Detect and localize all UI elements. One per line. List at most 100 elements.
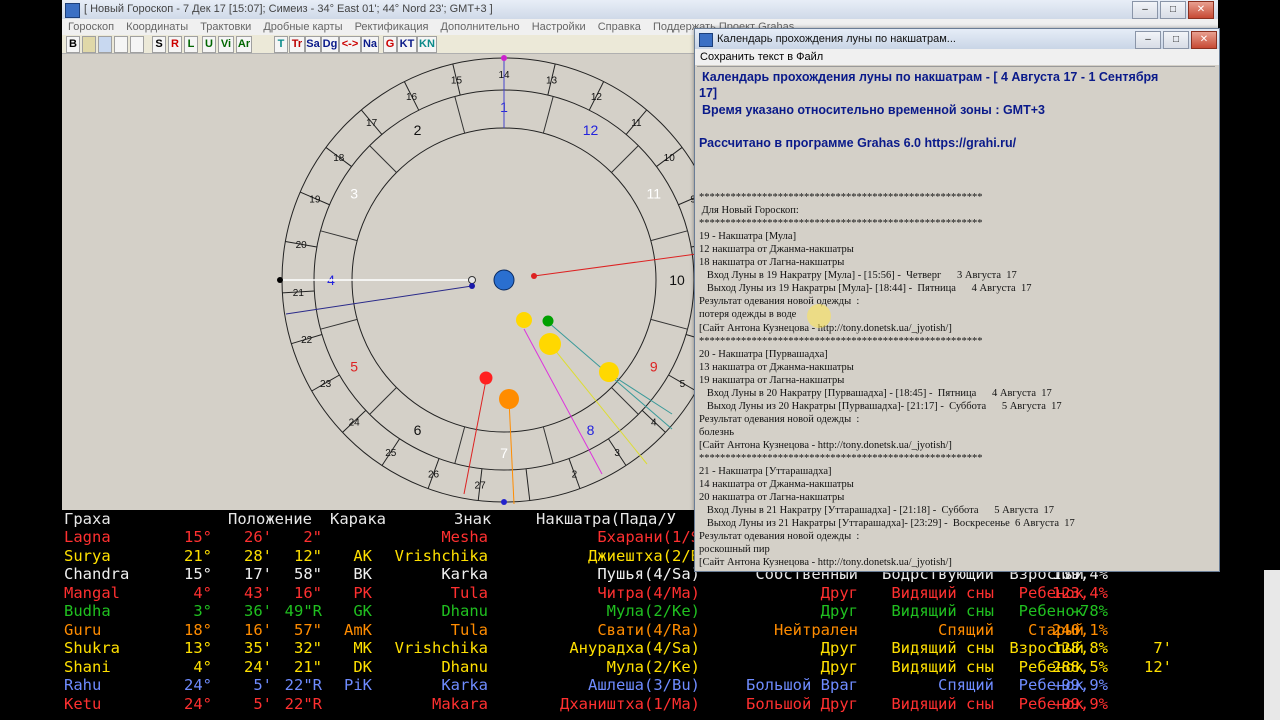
table-row: Shukra 13° 35' 32" MK Vrishchika Анурадха(4/Sa… bbox=[62, 639, 1218, 657]
horoscope-chart[interactable]: 2345678910111213141516171819202122232425… bbox=[62, 54, 702, 510]
menu-interpretations[interactable]: Трактовки bbox=[200, 21, 251, 33]
relation-label: Друг bbox=[820, 657, 858, 676]
planet-name: Chandra bbox=[64, 565, 130, 583]
table-scrollbar[interactable] bbox=[1264, 570, 1280, 720]
toolbar-kt-button[interactable]: KT bbox=[397, 36, 417, 53]
toolbar-t-button[interactable]: T bbox=[274, 36, 288, 53]
nakshatra-number: 4 bbox=[651, 417, 657, 428]
toolbar-kn-button[interactable]: KN bbox=[417, 36, 437, 53]
calendar-header: Календарь прохождения луны по накшатрам … bbox=[702, 70, 1159, 84]
toolbar-open-icon[interactable] bbox=[82, 36, 96, 53]
aspect-line bbox=[463, 379, 487, 495]
position-seconds: 16" bbox=[294, 583, 322, 602]
house-divider bbox=[542, 426, 554, 464]
dialog-maximize-button[interactable]: □ bbox=[1163, 31, 1189, 49]
planet-name: Lagna bbox=[64, 528, 111, 546]
house-divider bbox=[320, 318, 358, 330]
planet-shani bbox=[599, 362, 619, 382]
minimize-button[interactable]: – bbox=[1132, 1, 1158, 19]
header-nakshatra: Накшатра(Пада/У bbox=[536, 510, 676, 528]
house-divider bbox=[454, 96, 466, 134]
toolbar-swap-button[interactable]: <-> bbox=[339, 36, 361, 53]
menu-coordinates[interactable]: Координаты bbox=[126, 21, 188, 33]
nakshatra-number: 25 bbox=[385, 448, 397, 459]
nakshatra-divider bbox=[525, 468, 531, 501]
toolbar-g-button[interactable]: G bbox=[383, 36, 397, 53]
nakshatra-name: Пушья(4/Sa) bbox=[597, 565, 700, 583]
toolbar-sa-button[interactable]: Sa bbox=[305, 36, 321, 53]
close-button[interactable]: ✕ bbox=[1188, 1, 1214, 19]
toolbar-vi-button[interactable]: Vi bbox=[218, 36, 234, 53]
menu-divisional-charts[interactable]: Дробные карты bbox=[263, 21, 342, 33]
position-seconds: 58" bbox=[294, 565, 322, 583]
nakshatra-number: 27 bbox=[475, 481, 487, 492]
planet-budha bbox=[542, 315, 554, 327]
toolbar-save-icon[interactable] bbox=[98, 36, 112, 53]
toolbar-ar-button[interactable]: Ar bbox=[236, 36, 252, 53]
nakshatra-number: 2 bbox=[572, 470, 578, 481]
nakshatra-name: Читра(4/Ma) bbox=[597, 583, 700, 602]
nakshatra-number: 20 bbox=[296, 240, 308, 251]
relation-label: Большой Друг bbox=[746, 694, 858, 713]
dialog-titlebar[interactable]: Календарь прохождения луны по накшатрам.… bbox=[695, 29, 1219, 49]
relation-label: Друг bbox=[820, 602, 858, 620]
planet-guru bbox=[499, 389, 519, 409]
save-text-to-file-menu[interactable]: Сохранить текст в Файл bbox=[700, 51, 823, 63]
calendar-text-line: 21 - Накшатра [Уттарашадха] bbox=[699, 466, 832, 478]
table-row: Ketu 24° 5' 22"R Makara Дхаништха(1/Ma) Большо… bbox=[62, 695, 1218, 713]
relation-label: Нейтрален bbox=[774, 620, 858, 639]
main-titlebar[interactable]: [ Новый Гороскоп - 7 Дек 17 [15:07]; Сим… bbox=[62, 0, 1218, 19]
toolbar-u-button[interactable]: U bbox=[202, 36, 216, 53]
toolbar-tr-button[interactable]: Tr bbox=[289, 36, 305, 53]
sign-name: Vrishchika bbox=[394, 546, 488, 565]
planet-name: Shukra bbox=[64, 639, 120, 657]
toolbar-copy-icon[interactable] bbox=[130, 36, 144, 53]
toolbar-r-button[interactable]: R bbox=[168, 36, 182, 53]
position-degrees: 3° bbox=[193, 602, 212, 620]
toolbar-dg-button[interactable]: Dg bbox=[321, 36, 339, 53]
menu-rectification[interactable]: Ректификация bbox=[355, 21, 429, 33]
toolbar-b-button[interactable]: B bbox=[66, 36, 80, 53]
table-row: Rahu 24° 5' 22"R PiK Karka Ашлеша(3/Bu) Большой… bbox=[62, 676, 1218, 694]
position-degrees: 15° bbox=[184, 528, 212, 546]
calendar-text-line: 14 накшатра от Джанма-накшатры bbox=[699, 479, 854, 491]
house-divider bbox=[454, 426, 466, 464]
strength-percent: -78% bbox=[1070, 602, 1108, 620]
menu-help[interactable]: Справка bbox=[598, 21, 641, 33]
toolbar-s-button[interactable]: S bbox=[152, 36, 166, 53]
calendar-text-line: 12 накшатра от Джанма-накшатры bbox=[699, 244, 854, 256]
position-seconds: 12" bbox=[294, 546, 322, 565]
dialog-app-icon bbox=[699, 33, 713, 47]
dialog-text-area[interactable]: Календарь прохождения луны по накшатрам … bbox=[697, 66, 1215, 569]
position-minutes: 36' bbox=[244, 602, 272, 620]
position-minutes: 24' bbox=[244, 657, 272, 676]
dialog-minimize-button[interactable]: – bbox=[1135, 31, 1161, 49]
toolbar-na-button[interactable]: Na bbox=[361, 36, 379, 53]
relation-label: Большой Враг bbox=[746, 676, 858, 694]
dialog-close-button[interactable]: ✕ bbox=[1191, 31, 1217, 49]
house-number: 3 bbox=[350, 186, 358, 202]
header-graha: Граха bbox=[64, 510, 111, 528]
menu-additional[interactable]: Дополнительно bbox=[440, 21, 519, 33]
toolbar-print-icon[interactable] bbox=[114, 36, 128, 53]
nakshatra-name: Мула(2/Ke) bbox=[606, 602, 700, 620]
nakshatra-number: 26 bbox=[428, 470, 440, 481]
maximize-button[interactable]: □ bbox=[1160, 1, 1186, 19]
strength-percent: -99,9% bbox=[1052, 676, 1108, 694]
position-seconds: 49"R bbox=[284, 602, 322, 620]
nakshatra-number: 5 bbox=[680, 379, 686, 390]
relation-label: Друг bbox=[820, 639, 858, 657]
house-number: 11 bbox=[647, 186, 662, 202]
house-number: 9 bbox=[650, 359, 658, 375]
calendar-text-line: ****************************************… bbox=[699, 453, 983, 464]
position-minutes: 35' bbox=[244, 639, 272, 657]
planet-name: Ketu bbox=[64, 694, 102, 713]
position-seconds: 21" bbox=[294, 657, 322, 676]
toolbar-l-button[interactable]: L bbox=[184, 36, 198, 53]
planet-shukra bbox=[539, 333, 561, 355]
calculated-note: Рассчитано в программе Grahas 6.0 https:… bbox=[699, 136, 1017, 150]
nakshatra-number: 13 bbox=[546, 76, 558, 87]
menu-settings[interactable]: Настройки bbox=[532, 21, 586, 33]
nakshatra-number: 12 bbox=[591, 92, 603, 103]
menu-horoscope[interactable]: Гороскоп bbox=[68, 21, 114, 33]
